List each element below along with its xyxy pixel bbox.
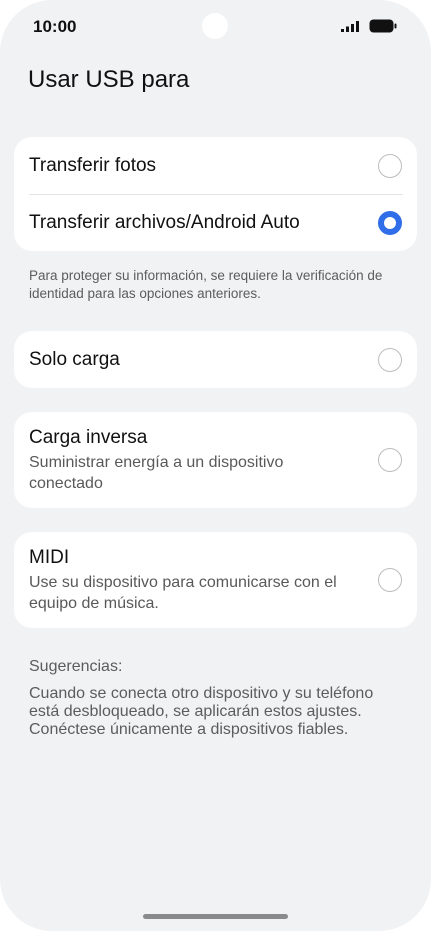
battery-icon — [369, 19, 397, 33]
option-label: Carga inversa — [29, 427, 148, 448]
option-description: Use su dispositivo para comunicarse con … — [29, 574, 337, 612]
midi-card: MIDI Use su dispositivo para comunicarse… — [14, 532, 417, 628]
option-label: Transferir archivos/Android Auto — [29, 211, 300, 233]
home-indicator[interactable] — [143, 914, 288, 919]
status-icons — [341, 19, 397, 33]
radio-button[interactable] — [378, 568, 402, 592]
radio-button[interactable] — [378, 153, 402, 178]
carga-inversa-card: Carga inversa Suministrar energía a un d… — [14, 412, 417, 508]
radio-button[interactable] — [378, 347, 402, 372]
tips-label: Sugerencias: — [29, 658, 123, 675]
radio-button-selected[interactable] — [378, 210, 402, 235]
identity-note: Para proteger su información, se requier… — [29, 268, 383, 301]
tips-text: Cuando se conecta otro dispositivo y su … — [29, 685, 374, 738]
option-transferir-fotos[interactable]: Transferir fotos — [14, 137, 417, 194]
option-carga-inversa[interactable]: Carga inversa Suministrar energía a un d… — [14, 412, 417, 508]
radio-button[interactable] — [378, 448, 402, 472]
option-midi[interactable]: MIDI Use su dispositivo para comunicarse… — [14, 532, 417, 628]
option-description: Suministrar energía a un dispositivo con… — [29, 454, 284, 492]
front-camera-cutout — [202, 13, 228, 39]
status-time: 10:00 — [33, 17, 77, 36]
option-label: Transferir fotos — [29, 154, 157, 176]
transfer-options-card: Transferir fotos Transferir archivos/And… — [14, 137, 417, 251]
solo-carga-card: Solo carga — [14, 331, 417, 388]
signal-icon — [341, 21, 359, 32]
page-title: Usar USB para — [28, 66, 190, 93]
option-label: Solo carga — [29, 348, 120, 370]
option-transferir-archivos[interactable]: Transferir archivos/Android Auto — [14, 194, 417, 251]
status-bar: 10:00 — [0, 0, 431, 54]
option-label: MIDI — [29, 547, 70, 568]
phone-screen: 10:00 Usar USB para Transferir fotos Tra… — [0, 0, 431, 931]
option-solo-carga[interactable]: Solo carga — [14, 331, 417, 388]
